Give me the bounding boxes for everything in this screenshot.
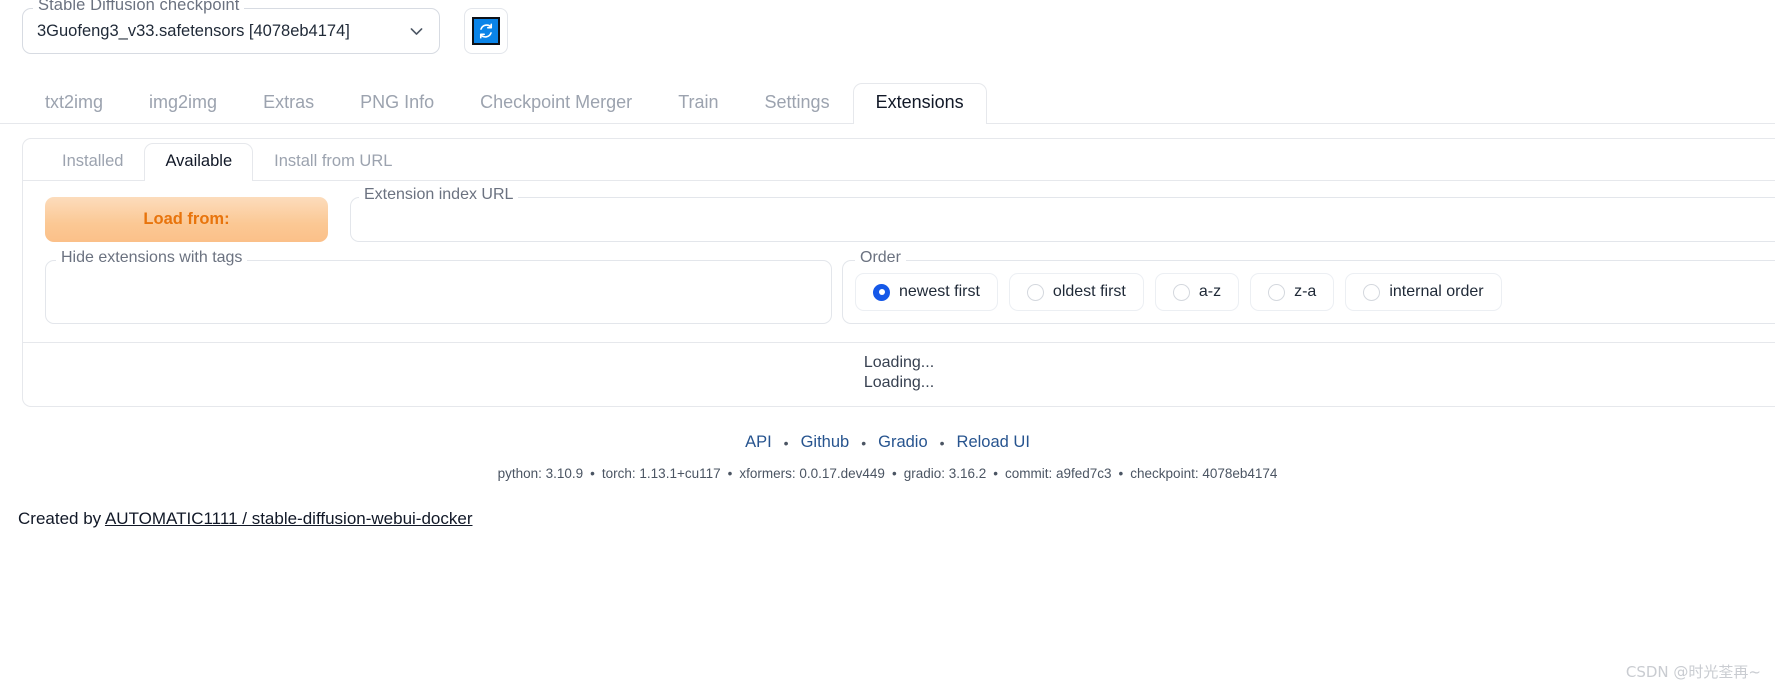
extension-index-url-label: Extension index URL (359, 186, 519, 204)
watermark: CSDN @时光荃再~ (1625, 663, 1761, 681)
footer-link-gradio[interactable]: Gradio (878, 433, 928, 451)
radio-unselected-icon (1363, 283, 1381, 301)
footer: API • Github • Gradio • Reload UI python: 3.10… (0, 433, 1775, 481)
tab-extras[interactable]: Extras (240, 83, 337, 123)
extensions-panel: Installed Available Install from URL Loa… (22, 138, 1775, 407)
tab-checkpoint-merger[interactable]: Checkpoint Merger (457, 83, 655, 123)
load-row: Load from: Extension index URL (23, 181, 1775, 254)
footer-link-github[interactable]: Github (801, 433, 850, 451)
order-option-oldest-first[interactable]: oldest first (1008, 273, 1144, 311)
extensions-subtab-bar: Installed Available Install from URL (23, 139, 1775, 181)
version-separator: • (1118, 465, 1124, 481)
order-option-label: z-a (1294, 283, 1317, 300)
hide-extensions-with-tags-field[interactable]: Hide extensions with tags (45, 249, 832, 324)
filter-row: Hide extensions with tags Order newest f… (23, 249, 1775, 342)
subtab-installed[interactable]: Installed (41, 143, 144, 181)
radio-unselected-icon (1172, 283, 1190, 301)
order-option-internal-order[interactable]: internal order (1345, 273, 1502, 311)
footer-links: API • Github • Gradio • Reload UI (0, 433, 1775, 452)
version-gradio: gradio: 3.16.2 (903, 465, 987, 481)
order-field: Order newest first oldest first a-z z-a … (842, 249, 1775, 324)
footer-separator: • (783, 434, 789, 451)
order-option-label: internal order (1389, 283, 1484, 300)
radio-unselected-icon (1026, 283, 1044, 301)
version-separator: • (590, 465, 595, 481)
created-by-prefix: Created by (18, 508, 105, 528)
version-separator: • (727, 465, 733, 481)
footer-link-reload-ui[interactable]: Reload UI (957, 433, 1030, 451)
load-from-button[interactable]: Load from: (45, 197, 328, 242)
checkpoint-value: 3Guofeng3_v33.safetensors [4078eb4174] (37, 21, 350, 40)
tab-img2img[interactable]: img2img (126, 83, 240, 123)
chevron-down-icon[interactable] (408, 23, 425, 40)
version-separator: • (891, 465, 897, 481)
extension-index-url-input[interactable] (363, 209, 1763, 230)
tab-txt2img[interactable]: txt2img (22, 83, 126, 123)
extension-index-url-field[interactable]: Extension index URL (350, 186, 1775, 242)
tab-extensions[interactable]: Extensions (852, 83, 987, 124)
app-root: Stable Diffusion checkpoint 3Guofeng3_v3… (0, 0, 1775, 690)
created-by-line: Created by AUTOMATIC1111 / stable-diffus… (0, 509, 1775, 529)
order-radio-group: newest first oldest first a-z z-a intern… (855, 273, 1502, 311)
loading-status-1: Loading... (863, 354, 935, 371)
extensions-loading-area: Loading... Loading... (23, 342, 1775, 406)
tab-png-info[interactable]: PNG Info (337, 83, 457, 123)
checkpoint-row: Stable Diffusion checkpoint 3Guofeng3_v3… (0, 0, 1775, 62)
hide-extensions-with-tags-label: Hide extensions with tags (56, 249, 248, 267)
refresh-button-container (464, 8, 508, 54)
loading-status-2: Loading... (863, 374, 935, 392)
version-xformers: xformers: 0.0.17.dev449 (739, 465, 885, 481)
version-separator: • (993, 465, 998, 481)
order-option-label: oldest first (1052, 283, 1126, 300)
order-option-z-a[interactable]: z-a (1250, 273, 1335, 311)
footer-separator: • (861, 434, 867, 451)
radio-selected-icon (873, 283, 890, 301)
order-option-label: a-z (1198, 283, 1222, 300)
version-commit: commit: a9fed7c3 (1004, 465, 1112, 481)
created-by-link[interactable]: AUTOMATIC1111 / stable-diffusion-webui-d… (105, 509, 473, 528)
order-option-a-z[interactable]: a-z (1154, 273, 1240, 311)
subtab-install-from-url[interactable]: Install from URL (253, 143, 413, 181)
footer-version-info: python: 3.10.9 • torch: 1.13.1+cu117 • xform… (0, 466, 1775, 481)
version-checkpoint: checkpoint: 4078eb4174 (1130, 465, 1278, 481)
checkpoint-dropdown[interactable]: Stable Diffusion checkpoint 3Guofeng3_v3… (22, 0, 440, 54)
version-torch: torch: 1.13.1+cu117 (601, 465, 721, 481)
tab-settings[interactable]: Settings (742, 83, 853, 123)
checkpoint-label: Stable Diffusion checkpoint (33, 0, 245, 15)
footer-separator: • (939, 434, 945, 451)
order-option-newest-first[interactable]: newest first (855, 273, 998, 311)
subtab-available[interactable]: Available (144, 142, 254, 181)
main-tab-bar: txt2img img2img Extras PNG Info Checkpoi… (0, 80, 1775, 124)
radio-unselected-icon (1268, 283, 1286, 301)
tab-train[interactable]: Train (655, 83, 741, 123)
version-python: python: 3.10.9 (497, 465, 584, 481)
refresh-icon[interactable] (472, 17, 500, 45)
footer-link-api[interactable]: API (745, 433, 772, 451)
order-option-label: newest first (899, 283, 980, 300)
order-label: Order (855, 249, 906, 267)
